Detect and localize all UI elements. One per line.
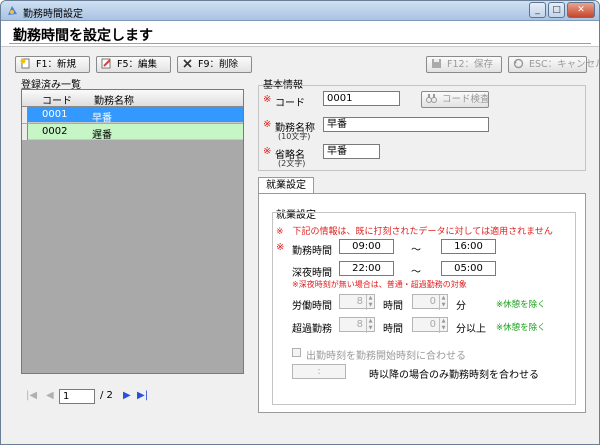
overtime-hour-unit: 時間 xyxy=(383,324,403,335)
overtime-minutes-value: 0 xyxy=(429,319,436,330)
edit-button[interactable]: F5：編集 xyxy=(96,56,171,73)
column-code-header[interactable]: コード xyxy=(42,92,72,107)
spinner-arrows-icon[interactable]: ▲ ▼ xyxy=(366,295,374,310)
work-start-input[interactable]: 09:00 xyxy=(339,239,394,254)
edit-label: F5：編集 xyxy=(117,59,158,70)
row-code: 0001 xyxy=(42,109,68,120)
column-name-header[interactable]: 勤務名称 xyxy=(94,92,134,107)
window-title: 勤務時間設定 xyxy=(23,9,83,20)
grid-header: コード 勤務名称 xyxy=(22,90,243,107)
tilde: ～ xyxy=(411,245,421,256)
required-mark: ※ xyxy=(263,119,272,130)
edit-icon xyxy=(101,58,111,69)
page-header: 勤務時間を設定します xyxy=(1,21,599,47)
labor-hours-stepper[interactable]: 8 ▲ ▼ xyxy=(339,294,375,310)
table-row[interactable]: 0002 遅番 xyxy=(22,124,243,141)
first-page-icon[interactable]: |◀ xyxy=(26,388,37,404)
align-time-input[interactable]: : xyxy=(292,364,346,379)
overtime-minutes-stepper[interactable]: 0 ▲ ▼ xyxy=(412,317,448,333)
maximize-button[interactable]: □ xyxy=(548,2,565,18)
spinner-arrows-icon[interactable]: ▲ ▼ xyxy=(366,318,374,333)
minimize-button[interactable]: _ xyxy=(529,2,546,18)
title-bar: 勤務時間設定 _ □ ✕ xyxy=(1,1,599,21)
short-name-note: (2文字) xyxy=(278,159,306,168)
last-page-icon[interactable]: ▶| xyxy=(137,388,148,404)
align-start-label: 出勤時刻を勤務開始時刻に合わせる xyxy=(306,351,466,362)
row-code: 0002 xyxy=(42,126,68,137)
work-end-input[interactable]: 16:00 xyxy=(441,239,496,254)
save-icon xyxy=(432,59,441,68)
required-mark: ※ xyxy=(263,94,272,105)
name-note: (10文字) xyxy=(278,132,311,141)
cancel-button[interactable]: ESC：キャンセル xyxy=(508,56,599,73)
align-suffix: 時以降の場合のみ勤務時刻を合わせる xyxy=(369,370,539,381)
night-start-input[interactable]: 22:00 xyxy=(339,261,394,276)
labor-time-label: 労働時間 xyxy=(292,301,332,312)
required-mark: ※ xyxy=(263,146,272,157)
night-note: ※深夜時刻が無い場合は、普通・超過勤務の対象 xyxy=(292,280,467,289)
prev-page-icon[interactable]: ◀ xyxy=(46,388,54,404)
tilde: ～ xyxy=(411,267,421,278)
save-label: F12：保存 xyxy=(447,59,494,70)
code-input[interactable]: 0001 xyxy=(323,91,400,106)
spinner-arrows-icon[interactable]: ▲ ▼ xyxy=(439,318,447,333)
work-time-label: 勤務時間 xyxy=(292,246,332,257)
delete-icon xyxy=(183,59,192,68)
name-input[interactable]: 早番 xyxy=(323,117,489,132)
overtime-hours-stepper[interactable]: 8 ▲ ▼ xyxy=(339,317,375,333)
close-button[interactable]: ✕ xyxy=(567,2,595,18)
header-divider xyxy=(9,43,591,44)
code-label: コード xyxy=(275,98,305,109)
labor-minutes-value: 0 xyxy=(429,296,436,307)
spinner-arrows-icon[interactable]: ▲ ▼ xyxy=(439,295,447,310)
overtime-hours-value: 8 xyxy=(356,319,363,330)
undo-icon xyxy=(513,58,524,69)
warning-text: ※ 下記の情報は、既に打刻されたデータに対しては適用されません xyxy=(276,227,553,237)
row-name: 早番 xyxy=(92,113,112,124)
page-total: / 2 xyxy=(100,390,113,401)
labor-note: ※休憩を除く xyxy=(496,300,546,310)
new-label: F1：新規 xyxy=(36,59,77,70)
labor-min-unit: 分 xyxy=(456,301,466,312)
registered-list-grid[interactable]: コード 勤務名称 0001 早番 0002 遅番 xyxy=(21,89,244,374)
night-end-input[interactable]: 05:00 xyxy=(441,261,496,276)
save-button[interactable]: F12：保存 xyxy=(426,56,502,73)
code-search-button[interactable]: コード検査 xyxy=(421,91,490,108)
new-button[interactable]: F1：新規 xyxy=(15,56,90,73)
labor-hour-unit: 時間 xyxy=(383,301,403,312)
row-selector xyxy=(22,107,28,123)
page-number-input[interactable]: 1 xyxy=(59,389,95,404)
tab-work-settings[interactable]: 就業設定 xyxy=(258,177,314,194)
cancel-label: ESC：キャンセル xyxy=(529,59,600,70)
required-mark: ※ xyxy=(276,242,285,253)
page-title: 勤務時間を設定します xyxy=(13,28,153,44)
delete-button[interactable]: F9：削除 xyxy=(177,56,252,73)
row-name: 遅番 xyxy=(92,130,112,141)
app-icon xyxy=(8,6,17,15)
overtime-min-unit: 分以上 xyxy=(456,324,486,335)
new-icon xyxy=(20,58,30,69)
night-time-label: 深夜時間 xyxy=(292,268,332,279)
labor-hours-value: 8 xyxy=(356,296,363,307)
labor-minutes-stepper[interactable]: 0 ▲ ▼ xyxy=(412,294,448,310)
overtime-label: 超過勤務 xyxy=(292,324,332,335)
table-row[interactable]: 0001 早番 xyxy=(22,107,243,124)
align-start-checkbox[interactable] xyxy=(292,348,301,357)
overtime-note: ※休憩を除く xyxy=(496,323,546,333)
code-search-label: コード検査 xyxy=(442,94,490,105)
binoculars-icon xyxy=(426,94,437,103)
app-window: 勤務時間設定 _ □ ✕ 勤務時間を設定します F1：新規 F5：編集 F9：削… xyxy=(0,0,600,445)
next-page-icon[interactable]: ▶ xyxy=(123,388,131,404)
short-name-input[interactable]: 早番 xyxy=(323,144,380,159)
row-selector xyxy=(22,124,28,140)
delete-label: F9：削除 xyxy=(198,59,239,70)
